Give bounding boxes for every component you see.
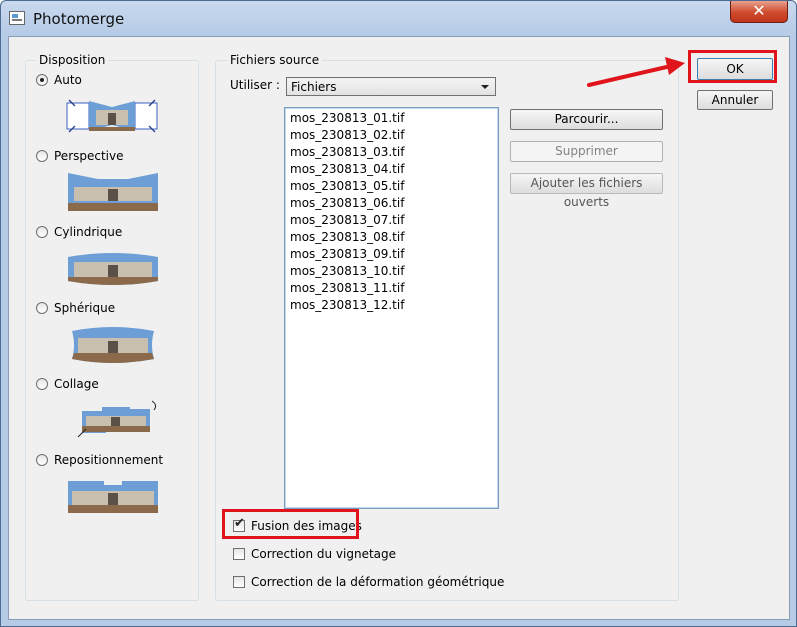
vignette-checkbox[interactable] [233, 548, 245, 560]
option-label: Collage [54, 377, 99, 391]
file-list-item[interactable]: mos_230813_05.tif [285, 178, 498, 195]
layout-option-perspective[interactable]: Perspective [36, 149, 124, 163]
option-label: Auto [54, 73, 82, 87]
radio-spherical[interactable] [36, 302, 48, 314]
option-label: Sphérique [54, 301, 116, 315]
file-list[interactable]: mos_230813_01.tif mos_230813_02.tif mos_23… [284, 107, 499, 509]
file-list-item[interactable]: mos_230813_10.tif [285, 263, 498, 280]
chevron-down-icon[interactable] [481, 85, 489, 89]
disposition-legend: Disposition [36, 53, 109, 67]
option-label: Correction du vignetage [251, 547, 397, 561]
spherical-preview-icon [68, 325, 158, 363]
file-list-item[interactable]: mos_230813_06.tif [285, 195, 498, 212]
cylindrical-preview-icon [68, 249, 158, 287]
distortion-option[interactable]: Correction de la déformation géométrique [233, 575, 504, 589]
layout-option-auto[interactable]: Auto [36, 73, 82, 87]
collage-preview-icon [76, 399, 162, 438]
disposition-group: Disposition Auto Perspective Cylindrique… [25, 53, 199, 601]
red-arrow-icon [587, 57, 685, 87]
ok-highlight-box [688, 50, 777, 83]
distortion-checkbox[interactable] [233, 576, 245, 588]
perspective-preview-icon [68, 173, 158, 211]
cancel-button[interactable]: Annuler [697, 90, 773, 110]
file-list-item[interactable]: mos_230813_08.tif [285, 229, 498, 246]
radio-collage[interactable] [36, 378, 48, 390]
file-list-item[interactable]: mos_230813_01.tif [285, 110, 498, 127]
file-list-item[interactable]: mos_230813_02.tif [285, 127, 498, 144]
file-list-item[interactable]: mos_230813_09.tif [285, 246, 498, 263]
browse-button[interactable]: Parcourir... [510, 109, 663, 130]
option-label: Perspective [54, 149, 124, 163]
add-open-files-button[interactable]: Ajouter les fichiers ouverts [510, 173, 663, 209]
dialog-body: Disposition Auto Perspective Cylindrique… [8, 36, 790, 620]
window-title: Photomerge [33, 10, 125, 28]
radio-cylindrical[interactable] [36, 226, 48, 238]
radio-perspective[interactable] [36, 150, 48, 162]
use-label: Utiliser : [230, 78, 280, 92]
layout-option-spherical[interactable]: Sphérique [36, 301, 115, 315]
use-select[interactable]: Fichiers [286, 77, 496, 96]
file-list-item[interactable]: mos_230813_11.tif [285, 280, 498, 297]
file-list-item[interactable]: mos_230813_07.tif [285, 212, 498, 229]
option-label: Repositionnement [54, 453, 164, 467]
app-icon [9, 11, 25, 25]
source-files-legend: Fichiers source [227, 53, 323, 67]
vignette-option[interactable]: Correction du vignetage [233, 547, 396, 561]
file-list-item[interactable]: mos_230813_03.tif [285, 144, 498, 161]
close-button[interactable]: ✕ [730, 1, 788, 23]
file-list-item[interactable]: mos_230813_12.tif [285, 297, 498, 314]
radio-reposition[interactable] [36, 454, 48, 466]
title-bar[interactable]: Photomerge ✕ [1, 1, 796, 37]
file-list-item[interactable]: mos_230813_04.tif [285, 161, 498, 178]
layout-option-reposition[interactable]: Repositionnement [36, 453, 163, 467]
auto-preview-icon [66, 97, 158, 135]
blend-highlight-box [222, 509, 359, 539]
use-select-value: Fichiers [291, 80, 337, 94]
radio-auto[interactable] [36, 74, 48, 86]
option-label: Correction de la déformation géométrique [251, 575, 505, 589]
remove-button[interactable]: Supprimer [510, 141, 663, 162]
reposition-preview-icon [68, 477, 158, 515]
photomerge-dialog: Photomerge ✕ Disposition Auto Perspectiv… [0, 0, 797, 627]
option-label: Cylindrique [54, 225, 123, 239]
layout-option-collage[interactable]: Collage [36, 377, 99, 391]
layout-option-cylindrical[interactable]: Cylindrique [36, 225, 122, 239]
